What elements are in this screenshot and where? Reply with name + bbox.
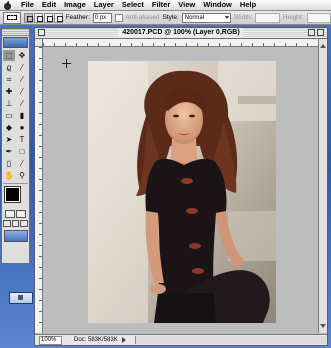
antialiased-checkbox[interactable]: [115, 13, 123, 22]
color-swatches: [3, 186, 28, 208]
crosshair-cursor-icon: [62, 59, 71, 68]
standard-screen-button[interactable]: [3, 220, 11, 227]
collapse-box-icon[interactable]: [317, 29, 324, 36]
mask-mode-row: [2, 209, 29, 219]
document-size-info: Doc: 583K/583K: [74, 337, 118, 343]
selection-mode-group: [23, 12, 63, 23]
antialiased-label: Anti-aliased: [125, 14, 160, 21]
menu-filter[interactable]: Filter: [148, 0, 174, 10]
type-icon[interactable]: T: [16, 134, 28, 145]
vertical-ruler[interactable]: [35, 47, 43, 333]
eyedropper-icon[interactable]: ⁄: [16, 158, 28, 169]
width-label: Width:: [234, 14, 253, 21]
hand-icon[interactable]: ✋: [3, 170, 15, 181]
full-screen-button[interactable]: [20, 220, 29, 227]
style-select[interactable]: Normal: [181, 12, 231, 23]
brush-icon[interactable]: ⁄: [16, 86, 28, 97]
document-titlebar[interactable]: 420017.PCD @ 100% (Layer 0,RGB): [35, 28, 327, 39]
standard-mode-button[interactable]: [5, 210, 15, 218]
quick-mask-mode-button[interactable]: [16, 210, 26, 218]
screen-mode-row: [2, 219, 29, 228]
horizontal-scrollbar[interactable]: [134, 336, 327, 344]
subtract-selection-button[interactable]: [43, 12, 53, 23]
height-input[interactable]: [306, 12, 331, 23]
horizontal-ruler[interactable]: [43, 39, 319, 47]
feather-input[interactable]: 0 px: [92, 12, 113, 23]
options-bar: Feather: 0 px Anti-aliased Style: Normal…: [0, 11, 331, 25]
new-selection-button[interactable]: [23, 12, 33, 23]
status-bar: 100% Doc: 583K/583K: [35, 334, 327, 345]
lasso-icon[interactable]: ϱ: [3, 62, 15, 73]
ruler-origin[interactable]: [35, 39, 43, 47]
portrait-photo: [88, 61, 276, 323]
menubar: File Edit Image Layer Select Filter View…: [0, 0, 331, 11]
feather-label: Feather:: [65, 14, 90, 21]
vertical-scrollbar[interactable]: [318, 39, 327, 333]
apple-menu-icon[interactable]: [3, 0, 13, 10]
path-selection-icon[interactable]: ➤: [3, 134, 15, 145]
slice-icon[interactable]: ⁄: [16, 74, 28, 85]
photoshop-logo-icon[interactable]: [3, 37, 28, 48]
full-screen-menu-button[interactable]: [11, 220, 20, 227]
menu-window[interactable]: Window: [199, 0, 236, 10]
shape-icon[interactable]: □: [16, 146, 28, 157]
toolbox-palette: ⬚ ✥ ϱ ⁄ ⌗ ⁄ ✚ ⁄ ⊥ ⁄ ▭ ▮ ◆ ● ➤ T ✒ □ ▯ ⁄ ✋ ⚲: [1, 28, 30, 264]
desktop-slider-widget[interactable]: [9, 292, 33, 304]
crop-icon[interactable]: ⌗: [3, 74, 15, 85]
eraser-icon[interactable]: ▭: [3, 110, 15, 121]
intersect-selection-button[interactable]: [53, 12, 63, 23]
width-input[interactable]: [255, 12, 280, 23]
toolbox-divider: [3, 183, 28, 184]
canvas-image[interactable]: [88, 61, 276, 323]
menu-edit[interactable]: Edit: [38, 0, 60, 10]
menu-view[interactable]: View: [174, 0, 199, 10]
add-to-selection-button[interactable]: [33, 12, 43, 23]
tool-preset-picker[interactable]: [3, 11, 21, 24]
zoom-level-field[interactable]: 100%: [39, 335, 62, 345]
blur-icon[interactable]: ◆: [3, 122, 15, 133]
zoom-box-icon[interactable]: [308, 29, 315, 36]
menu-select[interactable]: Select: [118, 0, 148, 10]
document-title: 420017.PCD @ 100% (Layer 0,RGB): [118, 28, 244, 38]
height-label: Height:: [282, 14, 304, 21]
close-box-icon[interactable]: [38, 29, 45, 36]
menu-help[interactable]: Help: [236, 0, 260, 10]
move-icon[interactable]: ✥: [16, 50, 28, 61]
magic-wand-icon[interactable]: ⁄: [16, 62, 28, 73]
healing-brush-icon[interactable]: ✚: [3, 86, 15, 97]
clone-stamp-icon[interactable]: ⊥: [3, 98, 15, 109]
style-label: Style:: [162, 14, 179, 21]
gradient-icon[interactable]: ▮: [16, 110, 28, 121]
dodge-icon[interactable]: ●: [16, 122, 28, 133]
jump-to-imageready-button[interactable]: [3, 230, 28, 242]
document-window: 420017.PCD @ 100% (Layer 0,RGB) 100% Doc…: [34, 27, 328, 346]
pen-icon[interactable]: ✒: [3, 146, 15, 157]
menu-image[interactable]: Image: [60, 0, 90, 10]
menu-layer[interactable]: Layer: [90, 0, 118, 10]
tools-grid: ⬚ ✥ ϱ ⁄ ⌗ ⁄ ✚ ⁄ ⊥ ⁄ ▭ ▮ ◆ ● ➤ T ✒ □ ▯ ⁄ ✋ ⚲: [2, 49, 29, 181]
menu-file[interactable]: File: [17, 0, 38, 10]
status-menu-arrow-icon[interactable]: [121, 337, 129, 343]
history-brush-icon[interactable]: ⁄: [16, 98, 28, 109]
zoom-icon[interactable]: ⚲: [16, 170, 28, 181]
foreground-color-swatch[interactable]: [4, 186, 21, 203]
notes-icon[interactable]: ▯: [3, 158, 15, 169]
marquee-icon[interactable]: ⬚: [3, 50, 15, 61]
toolbox-titlebar[interactable]: [2, 29, 29, 36]
